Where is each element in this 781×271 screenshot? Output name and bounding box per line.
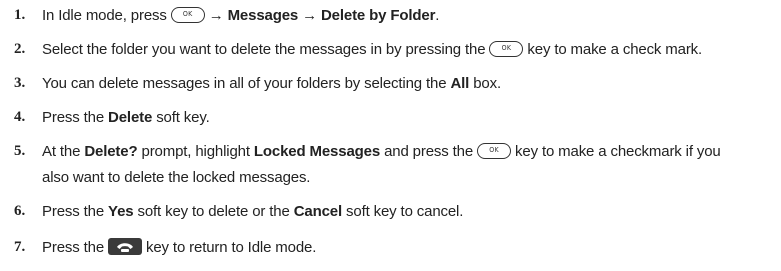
step-text: Press the Delete soft key.	[42, 106, 210, 129]
step-text-part: Press the	[42, 109, 105, 126]
step-text: In Idle mode, press OK → Messages → Delete…	[42, 4, 439, 27]
ok-key-icon: OK	[477, 142, 512, 159]
step-text-part: Press the	[42, 203, 105, 220]
step-number: 2.	[14, 41, 26, 57]
step-text-bold: Locked Messages	[253, 143, 381, 160]
step-text-part: soft key.	[156, 109, 210, 126]
step-text-bold: All	[450, 75, 470, 92]
step-text-part: and press the	[384, 143, 474, 160]
step-number: 6.	[14, 203, 26, 219]
step-text-part: You can delete messages in all of your f…	[42, 75, 447, 92]
instruction-steps: 1. In Idle mode, press OK → Messages → Del…	[0, 0, 781, 271]
step-text: Select the folder you want to delete the…	[42, 38, 702, 61]
step-text-part: Select the folder you want to delete the…	[42, 41, 486, 58]
step-text-part: At the	[42, 143, 81, 160]
step-text: You can delete messages in all of your f…	[42, 72, 501, 95]
step-text-part: soft key to cancel.	[346, 203, 464, 220]
step-number: 5.	[14, 143, 26, 159]
step-text-part: .	[435, 7, 440, 24]
step-text-part: Press the	[42, 239, 105, 256]
end-call-phone-icon	[108, 238, 143, 256]
step-text-bold: Delete?	[84, 143, 138, 160]
step-number: 1.	[14, 7, 26, 23]
step-text: also want to delete the locked messages.	[42, 169, 311, 186]
step-text: Press the Yes soft key to delete or the …	[42, 200, 463, 223]
step-text-part: key to return to Idle mode.	[146, 239, 317, 256]
step-text-bold: Delete	[108, 109, 153, 126]
step-text-part: key to make a checkmark if you	[515, 143, 721, 160]
step-text-part: key to make a check mark.	[527, 41, 703, 58]
step-number: 3.	[14, 75, 26, 91]
ok-key-icon: OK	[489, 40, 524, 57]
step-number: 4.	[14, 109, 26, 125]
step-text-part: In Idle mode, press	[42, 7, 167, 24]
step-text-part: soft key to delete or the	[137, 203, 290, 220]
step-text-part: box.	[473, 75, 501, 92]
step-text: Press the key to return to Idle mode.	[42, 236, 316, 259]
ok-key-icon: OK	[170, 6, 205, 23]
step-text-bold: Cancel	[293, 203, 343, 220]
step-number: 7.	[14, 239, 26, 255]
step-text-bold: → Messages → Delete by Folder	[208, 7, 436, 24]
step-text: At the Delete? prompt, highlight Locked …	[42, 140, 721, 163]
step-text-bold: Yes	[108, 203, 134, 220]
step-text-part: prompt, highlight	[141, 143, 251, 160]
